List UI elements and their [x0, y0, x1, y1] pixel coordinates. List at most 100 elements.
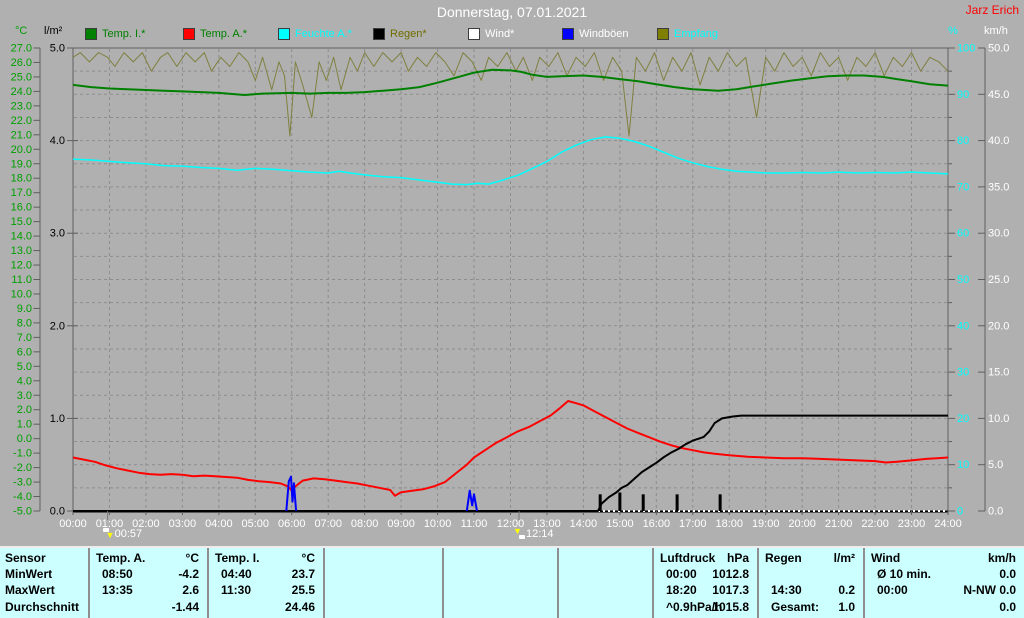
celsius-tick-label: -1.0: [13, 448, 32, 460]
table-column-name: Regen: [765, 551, 802, 565]
hour-tick-label: 18:00: [715, 518, 743, 530]
percent-tick-label: 20: [957, 413, 969, 425]
percent-tick-label: 70: [957, 181, 969, 193]
table-column: [442, 548, 557, 618]
table-column: Temp. I. °C 04:40 23.7 11:30 25.5 24.46: [207, 548, 323, 618]
celsius-tick-label: 5.0: [17, 361, 32, 373]
hour-tick-label: 24:00: [934, 518, 962, 530]
weather-station-window: Donnerstag, 07.01.2021 Jarz Erich °C l/m…: [0, 0, 1024, 618]
table-column: [557, 548, 652, 618]
kmh-tick-label: 25.0: [988, 274, 1009, 286]
table-cell-value: 0.0: [999, 600, 1016, 614]
celsius-tick-label: 6.0: [17, 346, 32, 358]
kmh-tick-label: 40.0: [988, 135, 1009, 147]
table-row-label: MinWert: [5, 567, 53, 581]
hour-tick-label: 17:00: [679, 518, 707, 530]
kmh-tick-label: 20.0: [988, 320, 1009, 332]
hour-tick-label: 23:00: [898, 518, 926, 530]
celsius-tick-label: 27.0: [11, 43, 32, 55]
table-column: Wind km/h Ø 10 min. 0.0 00:00 N-NW 0.0 0.0: [863, 548, 1024, 618]
table-row-label: Durchschnitt: [5, 600, 80, 614]
chart-plot: 27.0 26.0 25.0 24.0 23.0 22.0 21.0 20.0 19.0 18.0…: [11, 43, 1010, 531]
percent-tick-label: 40: [957, 320, 969, 332]
table-cell-time: 00:00: [877, 583, 908, 597]
kmh-tick-label: 50.0: [988, 43, 1009, 55]
table-cell-time: 13:35: [102, 583, 133, 597]
table-column-name: Wind: [871, 551, 901, 565]
table-row-label: MaxWert: [5, 583, 55, 597]
series-line-windb-en: [285, 475, 298, 512]
table-cell-value: -1.44: [171, 600, 199, 614]
hour-tick-label: 20:00: [788, 518, 816, 530]
sun-marker-time: 00:57: [114, 528, 143, 540]
table-column-name: Luftdruck: [660, 551, 716, 565]
table-column-unit: km/h: [987, 551, 1016, 565]
celsius-tick-label: 12.0: [11, 260, 32, 272]
hour-tick-label: 04:00: [205, 518, 233, 530]
series-line-feuchte-a-: [72, 136, 949, 186]
celsius-tick-label: 8.0: [17, 317, 32, 329]
percent-tick-label: 90: [957, 89, 969, 101]
table-column-name: Temp. A.: [96, 551, 146, 565]
lm2-tick-label: 3.0: [50, 228, 65, 240]
celsius-tick-label: 18.0: [11, 173, 32, 185]
sun-marker: ▼ 00:57: [102, 527, 143, 541]
table-cell-time: 14:30: [771, 583, 802, 597]
percent-tick-label: 50: [957, 274, 969, 286]
percent-tick-label: 100: [957, 43, 975, 55]
table-cell-value: -4.2: [178, 567, 199, 581]
celsius-tick-label: 21.0: [11, 129, 32, 141]
lm2-tick-label: 2.0: [50, 320, 65, 332]
hour-tick-label: 16:00: [643, 518, 671, 530]
hour-tick-label: 10:00: [424, 518, 452, 530]
hour-tick-label: 05:00: [242, 518, 270, 530]
hour-tick-label: 21:00: [825, 518, 853, 530]
table-cell-value: 2.6: [182, 583, 199, 597]
table-cell-value: 0.0: [999, 567, 1016, 581]
table-column-rowlabels: Sensor MinWert MaxWert Durchschnitt: [0, 548, 88, 618]
table-cell-time: Ø 10 min.: [877, 567, 932, 581]
table-cell-value: 23.7: [291, 567, 315, 581]
celsius-tick-label: 22.0: [11, 115, 32, 127]
sun-marker-time: 12:14: [526, 528, 554, 540]
hour-tick-label: 14:00: [570, 518, 598, 530]
kmh-tick-label: 10.0: [988, 413, 1009, 425]
sun-marker: ▼ 12:14: [513, 527, 554, 541]
table-cell-time: Gesamt:: [771, 600, 820, 614]
table-column-name: Temp. I.: [215, 551, 260, 565]
table-cell-time: 18:20: [666, 583, 697, 597]
table-column-unit: l/m²: [833, 551, 855, 565]
series-line-windb-en: [465, 489, 478, 512]
celsius-tick-label: 16.0: [11, 202, 32, 214]
percent-tick-label: 80: [957, 135, 969, 147]
hour-tick-label: 09:00: [387, 518, 415, 530]
table-cell-value: 1017.3: [712, 583, 749, 597]
table-cell-value: 1015.8: [712, 600, 749, 614]
celsius-tick-label: 24.0: [11, 86, 32, 98]
hour-tick-label: 08:00: [351, 518, 379, 530]
hour-tick-label: 00:00: [59, 518, 87, 530]
kmh-tick-label: 35.0: [988, 181, 1009, 193]
celsius-tick-label: 1.0: [17, 419, 32, 431]
percent-tick-label: 10: [957, 459, 969, 471]
kmh-tick-label: 45.0: [988, 89, 1009, 101]
celsius-tick-label: 23.0: [11, 100, 32, 112]
table-row-label: Sensor: [5, 551, 46, 565]
celsius-tick-label: 13.0: [11, 245, 32, 257]
table-cell-value: 25.5: [291, 583, 315, 597]
table-column: Luftdruck hPa 00:00 1012.8 18:20 1017.3 ^0.9hP…: [652, 548, 757, 618]
table-column: Temp. A. °C 08:50 -4.2 13:35 2.6 -1.44: [88, 548, 207, 618]
lm2-tick-label: 5.0: [50, 43, 65, 55]
celsius-tick-label: 25.0: [11, 71, 32, 83]
table-column-unit: °C: [301, 551, 315, 565]
lm2-tick-label: 0.0: [50, 506, 65, 518]
celsius-tick-label: -3.0: [13, 477, 32, 489]
table-column-unit: hPa: [726, 551, 749, 565]
celsius-tick-label: 20.0: [11, 144, 32, 156]
celsius-tick-label: 19.0: [11, 158, 32, 170]
hour-tick-label: 15:00: [606, 518, 634, 530]
kmh-tick-label: 15.0: [988, 367, 1009, 379]
celsius-tick-label: -5.0: [13, 506, 32, 518]
astro-set-icon: ▼: [513, 527, 526, 541]
kmh-tick-label: 30.0: [988, 228, 1009, 240]
